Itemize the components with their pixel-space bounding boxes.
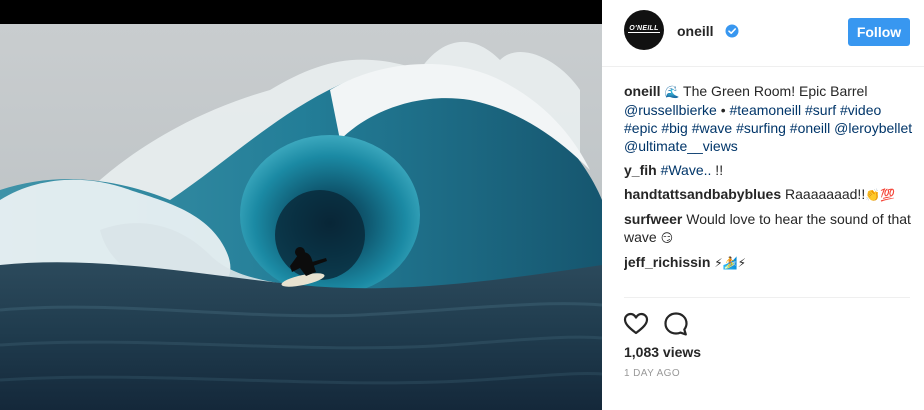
avatar-logo-text: O'NEILL bbox=[629, 25, 659, 32]
caption-hashtag[interactable]: #video bbox=[840, 102, 881, 118]
caption-hashtag[interactable]: #teamoneill bbox=[730, 102, 802, 118]
avatar-swoosh bbox=[628, 32, 660, 33]
comment-hashtag[interactable]: #Wave.. bbox=[661, 162, 712, 178]
caption-hashtag[interactable]: #epic bbox=[624, 120, 657, 136]
comment: jeff_richissin ⚡🏄⚡ bbox=[624, 253, 914, 272]
smirk-emoji: 😏 bbox=[660, 231, 674, 245]
avatar[interactable]: O'NEILL bbox=[624, 10, 664, 50]
caption-hashtag[interactable]: #wave bbox=[692, 120, 732, 136]
comment-username[interactable]: jeff_richissin bbox=[624, 254, 710, 270]
caption-hashtag[interactable]: #big bbox=[661, 120, 687, 136]
comment-username[interactable]: y_fih bbox=[624, 162, 657, 178]
clap-hundred-emoji: 👏💯 bbox=[865, 188, 896, 202]
comment: handtattsandbabyblues Raaaaaaad!!👏💯 bbox=[624, 185, 914, 204]
post-panel: O'NEILL oneill Follow oneill 🌊 The Green… bbox=[602, 0, 924, 410]
account-username[interactable]: oneill bbox=[677, 23, 714, 39]
view-count[interactable]: 1,083 views bbox=[624, 344, 701, 360]
post-media[interactable] bbox=[0, 0, 602, 410]
caption-hashtag[interactable]: #surf bbox=[805, 102, 836, 118]
lightning-surfer-emoji: ⚡🏄⚡ bbox=[714, 256, 747, 270]
caption-mention[interactable]: @russellbierke bbox=[624, 102, 717, 118]
comment: y_fih #Wave.. !! bbox=[624, 161, 914, 179]
divider bbox=[624, 297, 910, 298]
caption: oneill 🌊 The Green Room! Epic Barrel @ru… bbox=[624, 82, 914, 155]
caption-hashtag[interactable]: #surfing bbox=[736, 120, 786, 136]
comment-text: Raaaaaaad!! bbox=[785, 186, 866, 202]
comment-icon[interactable] bbox=[662, 310, 690, 338]
post-timestamp[interactable]: 1 DAY AGO bbox=[624, 368, 680, 379]
comment-username[interactable]: handtattsandbabyblues bbox=[624, 186, 781, 202]
post-header: O'NEILL oneill Follow bbox=[602, 0, 924, 67]
wave-photo bbox=[0, 0, 602, 410]
comment-text: !! bbox=[711, 162, 724, 178]
caption-mention[interactable]: @ultimate__views bbox=[624, 138, 738, 154]
wave-emoji: 🌊 bbox=[664, 85, 680, 99]
follow-button[interactable]: Follow bbox=[848, 18, 910, 46]
heart-icon[interactable] bbox=[622, 310, 650, 338]
caption-username[interactable]: oneill bbox=[624, 83, 661, 99]
comment-username[interactable]: surfweer bbox=[624, 211, 682, 227]
caption-mention[interactable]: @leroybellet bbox=[834, 120, 912, 136]
comments-list: oneill 🌊 The Green Room! Epic Barrel @ru… bbox=[624, 82, 914, 296]
caption-hashtag[interactable]: #oneill bbox=[790, 120, 830, 136]
verified-badge-icon bbox=[725, 24, 739, 38]
comment: surfweer Would love to hear the sound of… bbox=[624, 210, 914, 247]
caption-separator: • bbox=[716, 102, 730, 118]
caption-text: The Green Room! Epic Barrel bbox=[679, 83, 868, 99]
